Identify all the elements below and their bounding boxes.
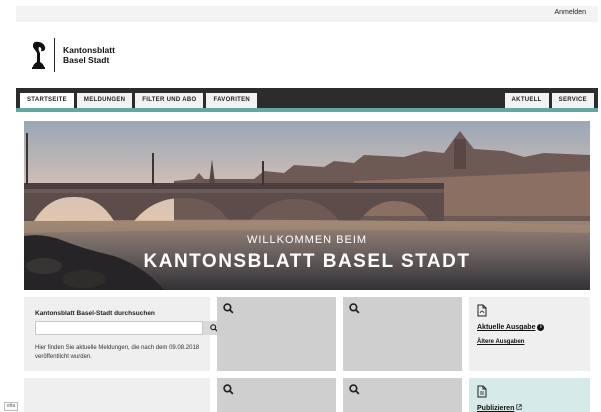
basel-staff-icon xyxy=(32,41,46,69)
nav-tab-filter-und-abo[interactable]: FILTER UND ABO xyxy=(135,93,204,108)
current-issue-link[interactable]: Aktuelle Ausgabe i xyxy=(477,324,545,331)
nav-tab-aktuell[interactable]: AKTUELL xyxy=(504,93,549,108)
top-utility-bar: Anmelden xyxy=(16,6,598,22)
hero-welcome-text: WILLKOMMEN BEIM xyxy=(246,234,368,246)
page: Anmelden Kantonsblatt Basel Stadt STARTS… xyxy=(0,0,601,412)
nav-tab-favoriten[interactable]: FAVORITEN xyxy=(206,93,258,108)
logo-line-1: Kantonsblatt xyxy=(63,45,115,55)
nav-left-group: STARTSEITE MELDUNGEN FILTER UND ABO FAVO… xyxy=(20,93,258,108)
current-issue-label: Aktuelle Ausgabe xyxy=(477,324,536,331)
login-link[interactable]: Anmelden xyxy=(554,9,586,16)
hero-title: KANTONSBLATT BASEL STADT xyxy=(143,251,471,272)
topic-tile-2[interactable] xyxy=(343,297,462,371)
search-icon xyxy=(349,384,360,395)
search-note: Hier finden Sie aktuelle Meldungen, die … xyxy=(35,345,200,360)
logo-line-2: Basel Stadt xyxy=(63,55,110,65)
nav-right-group: AKTUELL SERVICE xyxy=(504,93,594,108)
older-issues-link[interactable]: Ältere Ausgaben xyxy=(477,339,524,345)
nav-tab-meldungen[interactable]: MELDUNGEN xyxy=(76,93,133,108)
document-icon xyxy=(477,385,487,398)
main-navigation: STARTSEITE MELDUNGEN FILTER UND ABO FAVO… xyxy=(16,88,598,112)
topic-tile-4[interactable] xyxy=(343,378,462,412)
site-logo[interactable]: Kantonsblatt Basel Stadt xyxy=(30,36,115,74)
cookie-settings-tag[interactable]: etta xyxy=(4,402,19,411)
row2-tile-1[interactable] xyxy=(24,378,210,412)
publish-label: Publizieren xyxy=(477,405,515,412)
search-icon xyxy=(349,303,360,314)
info-icon: i xyxy=(537,324,545,331)
search-icon xyxy=(223,384,234,395)
topic-tile-1[interactable] xyxy=(217,297,336,371)
pdf-document-icon xyxy=(477,304,487,317)
logo-text: Kantonsblatt Basel Stadt xyxy=(63,45,115,65)
search-tile: Kantonsblatt Basel-Stadt durchsuchen Hie… xyxy=(24,297,224,371)
nav-tab-service[interactable]: SERVICE xyxy=(551,93,594,108)
hero-banner: WILLKOMMEN BEIM KANTONSBLATT BASEL STADT xyxy=(24,121,590,290)
external-link-icon xyxy=(516,404,522,410)
nav-tab-startseite[interactable]: STARTSEITE xyxy=(20,93,74,108)
search-input[interactable] xyxy=(35,321,203,335)
current-issue-tile: Aktuelle Ausgabe i Ältere Ausgaben xyxy=(469,297,590,371)
search-icon xyxy=(223,303,234,314)
topic-tile-3[interactable] xyxy=(217,378,336,412)
publish-link[interactable]: Publizieren xyxy=(477,404,522,412)
publish-tile: Publizieren xyxy=(469,378,590,412)
search-tile-title: Kantonsblatt Basel-Stadt durchsuchen xyxy=(35,310,155,317)
logo-divider xyxy=(54,38,55,72)
